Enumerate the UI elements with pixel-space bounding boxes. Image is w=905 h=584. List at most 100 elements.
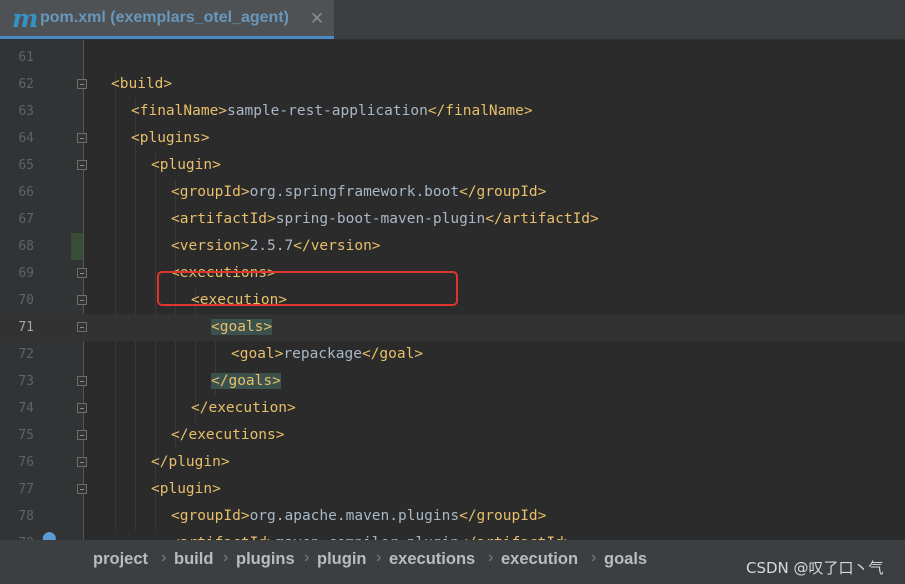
code-line[interactable]: 75 </executions>	[0, 422, 905, 449]
code-text: <groupId>org.springframework.boot</group…	[171, 179, 546, 206]
line-number: 66	[18, 185, 34, 200]
fold-icon[interactable]	[77, 484, 87, 494]
xml-tag: </goals>	[211, 373, 281, 389]
breadcrumb: project › build › plugins › plugin › executions ›…	[0, 540, 905, 584]
code-text: </plugin>	[151, 449, 230, 476]
fold-icon[interactable]	[77, 79, 87, 89]
line-number: 78	[18, 509, 34, 524]
xml-tag: <plugin>	[151, 481, 221, 497]
breadcrumb-separator-icon: ›	[223, 549, 229, 566]
fold-icon[interactable]	[77, 457, 87, 467]
tab-title: pom.xml (exemplars_otel_agent)	[40, 9, 289, 26]
xml-tag: <finalName>	[131, 103, 228, 119]
line-number: 70	[18, 293, 34, 308]
code-line[interactable]: 67 <artifactId>spring-boot-maven-plugin</…	[0, 206, 905, 233]
xml-tag: </execution>	[191, 400, 296, 416]
code-line[interactable]: 77 <plugin>	[0, 476, 905, 503]
fold-icon[interactable]	[77, 430, 87, 440]
code-text: <plugin>	[151, 152, 221, 179]
xml-tag: <groupId>	[171, 508, 250, 524]
line-number: 62	[18, 77, 34, 92]
code-text: <artifactId>maven-compiler-plugin</artif…	[171, 530, 573, 540]
line-number: 79	[0, 530, 34, 540]
code-line[interactable]: 73 </goals>	[0, 368, 905, 395]
breadcrumb-item[interactable]: plugins	[236, 550, 295, 569]
line-number: 63	[18, 104, 34, 119]
maven-file-icon: m	[12, 4, 39, 33]
line-number: 61	[18, 50, 34, 65]
code-text: <groupId>org.apache.maven.plugins</group…	[171, 503, 546, 530]
code-text: </executions>	[171, 422, 285, 449]
line-number: 67	[18, 212, 34, 227]
code-line[interactable]: 76 </plugin>	[0, 449, 905, 476]
close-icon[interactable]: ✕	[306, 6, 328, 32]
fold-icon[interactable]	[77, 133, 87, 143]
code-line[interactable]: 63 <finalName>sample-rest-application</fi…	[0, 98, 905, 125]
code-line[interactable]: 61	[0, 44, 905, 71]
line-number: 68	[18, 239, 34, 254]
line-number: 77	[18, 482, 34, 497]
code-line[interactable]: 66 <groupId>org.springframework.boot</gro…	[0, 179, 905, 206]
xml-text: spring-boot-maven-plugin	[275, 211, 486, 227]
line-number: 64	[18, 131, 34, 146]
xml-text: 2.5.7	[249, 238, 294, 254]
breadcrumb-item[interactable]: executions	[389, 550, 475, 569]
breadcrumb-item[interactable]: project	[93, 550, 148, 569]
code-text: <artifactId>spring-boot-maven-plugin</ar…	[171, 206, 599, 233]
breadcrumb-item[interactable]: goals	[604, 550, 647, 569]
code-text: <build>	[111, 71, 172, 98]
version-highlight-box	[157, 271, 458, 306]
code-line[interactable]: 72 <goal>repackage</goal>	[0, 341, 905, 368]
fold-icon[interactable]	[77, 403, 87, 413]
line-number: 71	[18, 320, 34, 335]
xml-tag: <groupId>	[171, 184, 250, 200]
fold-icon[interactable]	[77, 376, 87, 386]
xml-tag: <goals>	[211, 319, 273, 335]
line-number: 72	[18, 347, 34, 362]
breadcrumb-item[interactable]: build	[174, 550, 213, 569]
tab-pom-xml[interactable]: m pom.xml (exemplars_otel_agent) ✕	[0, 0, 334, 39]
fold-icon[interactable]	[77, 295, 87, 305]
code-text: </execution>	[191, 395, 296, 422]
code-editor[interactable]: 61 62 <build> 63 <finalName>sample-rest-appl…	[0, 40, 905, 540]
xml-tag: <plugins>	[131, 130, 210, 146]
fold-icon[interactable]	[77, 322, 87, 332]
xml-tag: <plugin>	[151, 157, 221, 173]
line-number: 76	[18, 455, 34, 470]
code-line[interactable]: 79 <artifactId>maven-compiler-plugin</art…	[0, 530, 905, 540]
code-text: <goal>repackage</goal>	[231, 341, 423, 368]
code-text: <plugins>	[131, 125, 210, 152]
xml-tag: <version>	[171, 238, 250, 254]
breadcrumb-separator-icon: ›	[304, 549, 310, 566]
breadcrumb-item[interactable]: plugin	[317, 550, 366, 569]
code-line[interactable]: 74 </execution>	[0, 395, 905, 422]
code-text: <plugin>	[151, 476, 221, 503]
xml-tag: <build>	[111, 76, 173, 92]
xml-tag: </groupId>	[459, 508, 547, 524]
code-line[interactable]: 78 <groupId>org.apache.maven.plugins</gro…	[0, 503, 905, 530]
xml-tag: </version>	[293, 238, 381, 254]
code-text: <goals>	[211, 314, 273, 341]
xml-tag: </finalName>	[427, 103, 533, 119]
xml-tag: <goal>	[231, 346, 284, 362]
code-line[interactable]: 71 <goals>	[0, 314, 905, 341]
code-line[interactable]: 62 <build>	[0, 71, 905, 98]
fold-icon[interactable]	[77, 268, 87, 278]
editor-tab-bar: m pom.xml (exemplars_otel_agent) ✕	[0, 0, 905, 40]
code-line[interactable]: 68 <version>2.5.7</version>	[0, 233, 905, 260]
breadcrumb-item[interactable]: execution	[501, 550, 578, 569]
code-text: <version>2.5.7</version>	[171, 233, 381, 260]
breadcrumb-separator-icon: ›	[591, 549, 597, 566]
line-number: 74	[18, 401, 34, 416]
code-line[interactable]: 65 <plugin>	[0, 152, 905, 179]
line-number: 75	[18, 428, 34, 443]
watermark: CSDN @叹了口丶气	[746, 559, 884, 577]
xml-tag: <artifactId>	[171, 211, 276, 227]
xml-tag: </artifactId>	[485, 211, 599, 227]
line-number: 73	[18, 374, 34, 389]
breadcrumb-separator-icon: ›	[161, 549, 167, 566]
code-line[interactable]: 64 <plugins>	[0, 125, 905, 152]
fold-icon[interactable]	[77, 160, 87, 170]
line-number: 69	[18, 266, 34, 281]
code-text: </goals>	[211, 368, 281, 395]
